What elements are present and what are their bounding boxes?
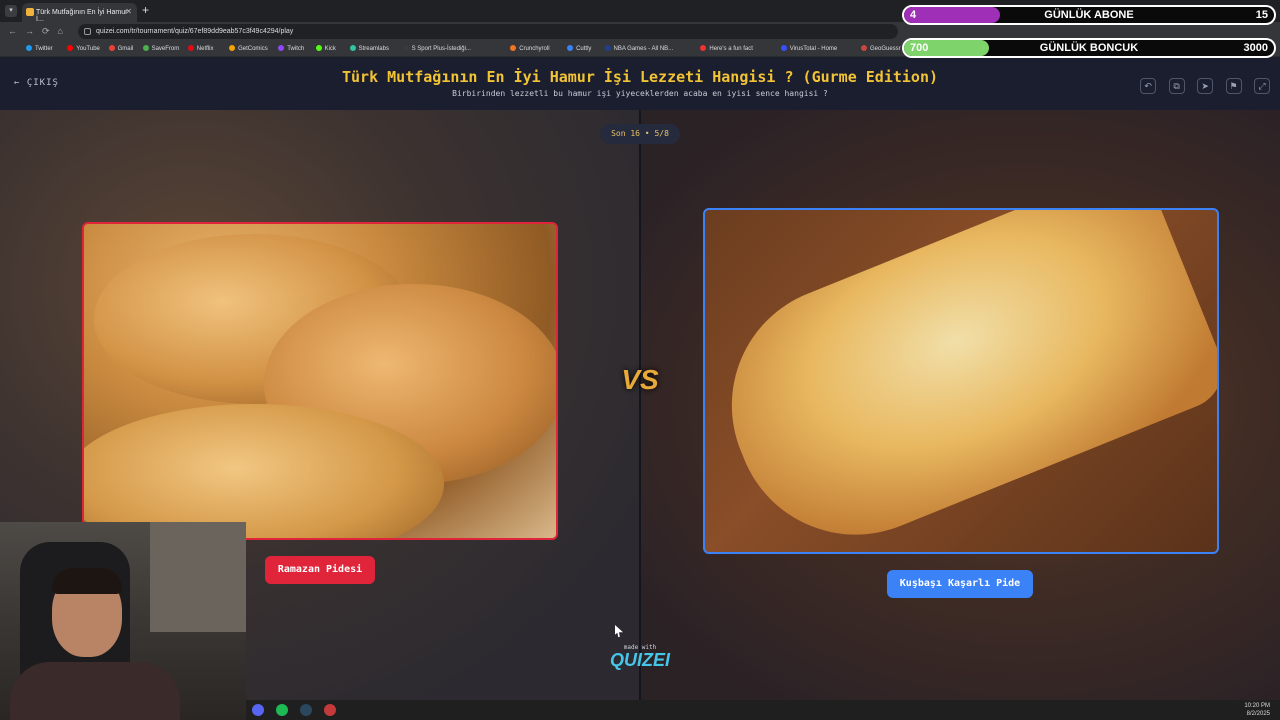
person-hair [52,568,122,594]
center-divider [639,110,641,700]
bookmark-favicon-icon [349,45,356,51]
tab-search-button[interactable]: ▾ [5,5,17,17]
daily-subscriber-goal-bar: 4 GÜNLÜK ABONE 15 [902,5,1276,25]
bookmark-favicon-icon [108,45,115,51]
bookmark-item[interactable]: Here's a fun fact [700,45,753,52]
undo-icon[interactable]: ↶ [1140,78,1157,94]
browser-tab[interactable]: Türk Mutfağının En İyi Hamur İ... ✕ [22,3,137,23]
bookmark-label: Crunchyroll [519,46,550,52]
daily-bead-goal-bar: 700 GÜNLÜK BONCUK 3000 [902,38,1276,58]
bookmark-item[interactable]: GetComics [229,45,268,52]
discord-icon[interactable] [252,704,264,716]
bookmark-favicon-icon [26,45,32,51]
bookmark-item[interactable]: VirusTotal - Home [780,45,838,52]
url-bar[interactable]: quizei.com/tr/tournament/quiz/67ef89dd9e… [78,24,898,39]
round-indicator: Son 16 • 5/8 [600,124,680,144]
bookmark-label: S Sport Plus-İstediği... [411,46,471,52]
tab-close-icon[interactable]: ✕ [125,7,132,16]
quiz-title: Türk Mutfağının En İyi Hamur İşi Lezzeti… [341,68,939,86]
bookmark-item[interactable]: Crunchyroll [510,45,550,52]
bookmark-favicon-icon [229,45,236,51]
bookmark-favicon-icon [315,45,322,51]
share-icon[interactable]: ➤ [1197,78,1214,94]
tab-favicon-icon [26,8,34,16]
bookmark-item[interactable]: Netflix [187,45,214,52]
bookmark-label: VirusTotal - Home [789,46,838,52]
bookmark-label: Streamlabs [358,46,389,52]
clock-date: 8/2/2025 [1246,711,1270,717]
clock-time: 10:20 PM [1244,703,1270,709]
subscriber-goal-value: 15 [1255,9,1268,21]
bookmark-favicon-icon [700,45,707,51]
tab-title: Türk Mutfağının En İyi Hamur İ... [36,9,128,23]
right-choice-button[interactable]: Kuşbaşı Kaşarlı Pide [887,570,1033,598]
bookmark-favicon-icon [861,45,867,51]
quizei-logo[interactable]: QUIZEI [600,650,680,671]
os-taskbar: 10:20 PM 8/2/2025 [246,700,1280,720]
copy-icon[interactable]: ⧉ [1168,78,1185,94]
bookmark-label: Twitch [287,46,305,52]
left-choice-image[interactable] [82,222,558,540]
bookmark-favicon-icon [567,45,574,51]
bookmark-favicon-icon [510,45,517,51]
bookmark-label: SaveFrom [151,46,180,52]
bookmark-favicon-icon [187,45,194,51]
bookmark-label: NBA Games - All NB... [613,46,674,52]
bookmark-item[interactable]: Twitter [26,45,53,52]
bookmark-item[interactable]: NBA Games - All NB... [604,45,674,52]
bookmark-favicon-icon [278,45,285,51]
bookmark-item[interactable]: Gmail [108,45,134,52]
bookmark-label: Netflix [196,46,214,52]
bookmark-item[interactable]: S Sport Plus-İstediği... [402,45,471,52]
bookmark-label: Twitter [35,46,53,52]
background-shelf [150,522,246,632]
bookmark-label: Cuttly [576,46,592,52]
person-body [10,662,180,720]
bookmark-label: YouTube [76,46,100,52]
left-choice-button[interactable]: Ramazan Pidesi [265,556,375,584]
pide-shape [705,210,1217,552]
bookmark-favicon-icon [604,45,611,51]
bookmark-favicon-icon [142,45,149,51]
streamer-webcam [0,522,246,720]
report-flag-icon[interactable]: ⚑ [1225,78,1242,94]
bookmark-label: Gmail [117,46,134,52]
bead-goal-label: GÜNLÜK BONCUK [1039,42,1139,54]
nav-buttons[interactable]: ←→⟳⌂ [8,26,71,37]
bookmark-favicon-icon [67,45,74,51]
spotify-icon[interactable] [276,704,288,716]
bead-goal-value: 3000 [1243,42,1268,54]
bookmark-label: Kick [324,46,336,52]
bookmark-item[interactable]: YouTube [67,45,100,52]
bookmark-label: GetComics [238,46,268,52]
system-clock: 10:20 PM 8/2/2025 [1244,702,1270,718]
bookmark-favicon-icon [402,45,409,51]
obs-icon[interactable] [324,704,336,716]
fullscreen-icon[interactable]: ⤢ [1254,78,1270,94]
bookmark-favicon-icon [780,45,787,51]
bookmark-item[interactable]: SaveFrom [142,45,180,52]
steam-icon[interactable] [300,704,312,716]
subscriber-goal-label: GÜNLÜK ABONE [1044,9,1134,21]
bookmark-item[interactable]: Twitch [278,45,304,52]
vs-lightning-icon: VS [621,364,659,395]
quiz-header: ← ÇIKIŞ Türk Mutfağının En İyi Hamur İşi… [0,58,1280,110]
bookmark-item[interactable]: Streamlabs [349,45,389,52]
url-text: quizei.com/tr/tournament/quiz/67ef89dd9e… [96,28,294,35]
bookmark-item[interactable]: Kick [315,45,336,52]
bookmark-item[interactable]: Cuttly [567,45,591,52]
right-choice-image[interactable] [703,208,1219,554]
site-info-icon[interactable] [84,28,91,35]
quiz-subtitle: Birbirinden lezzetli bu hamur işi yiyece… [452,89,828,98]
bookmark-label: Here's a fun fact [709,46,753,52]
new-tab-button[interactable]: + [142,3,149,17]
